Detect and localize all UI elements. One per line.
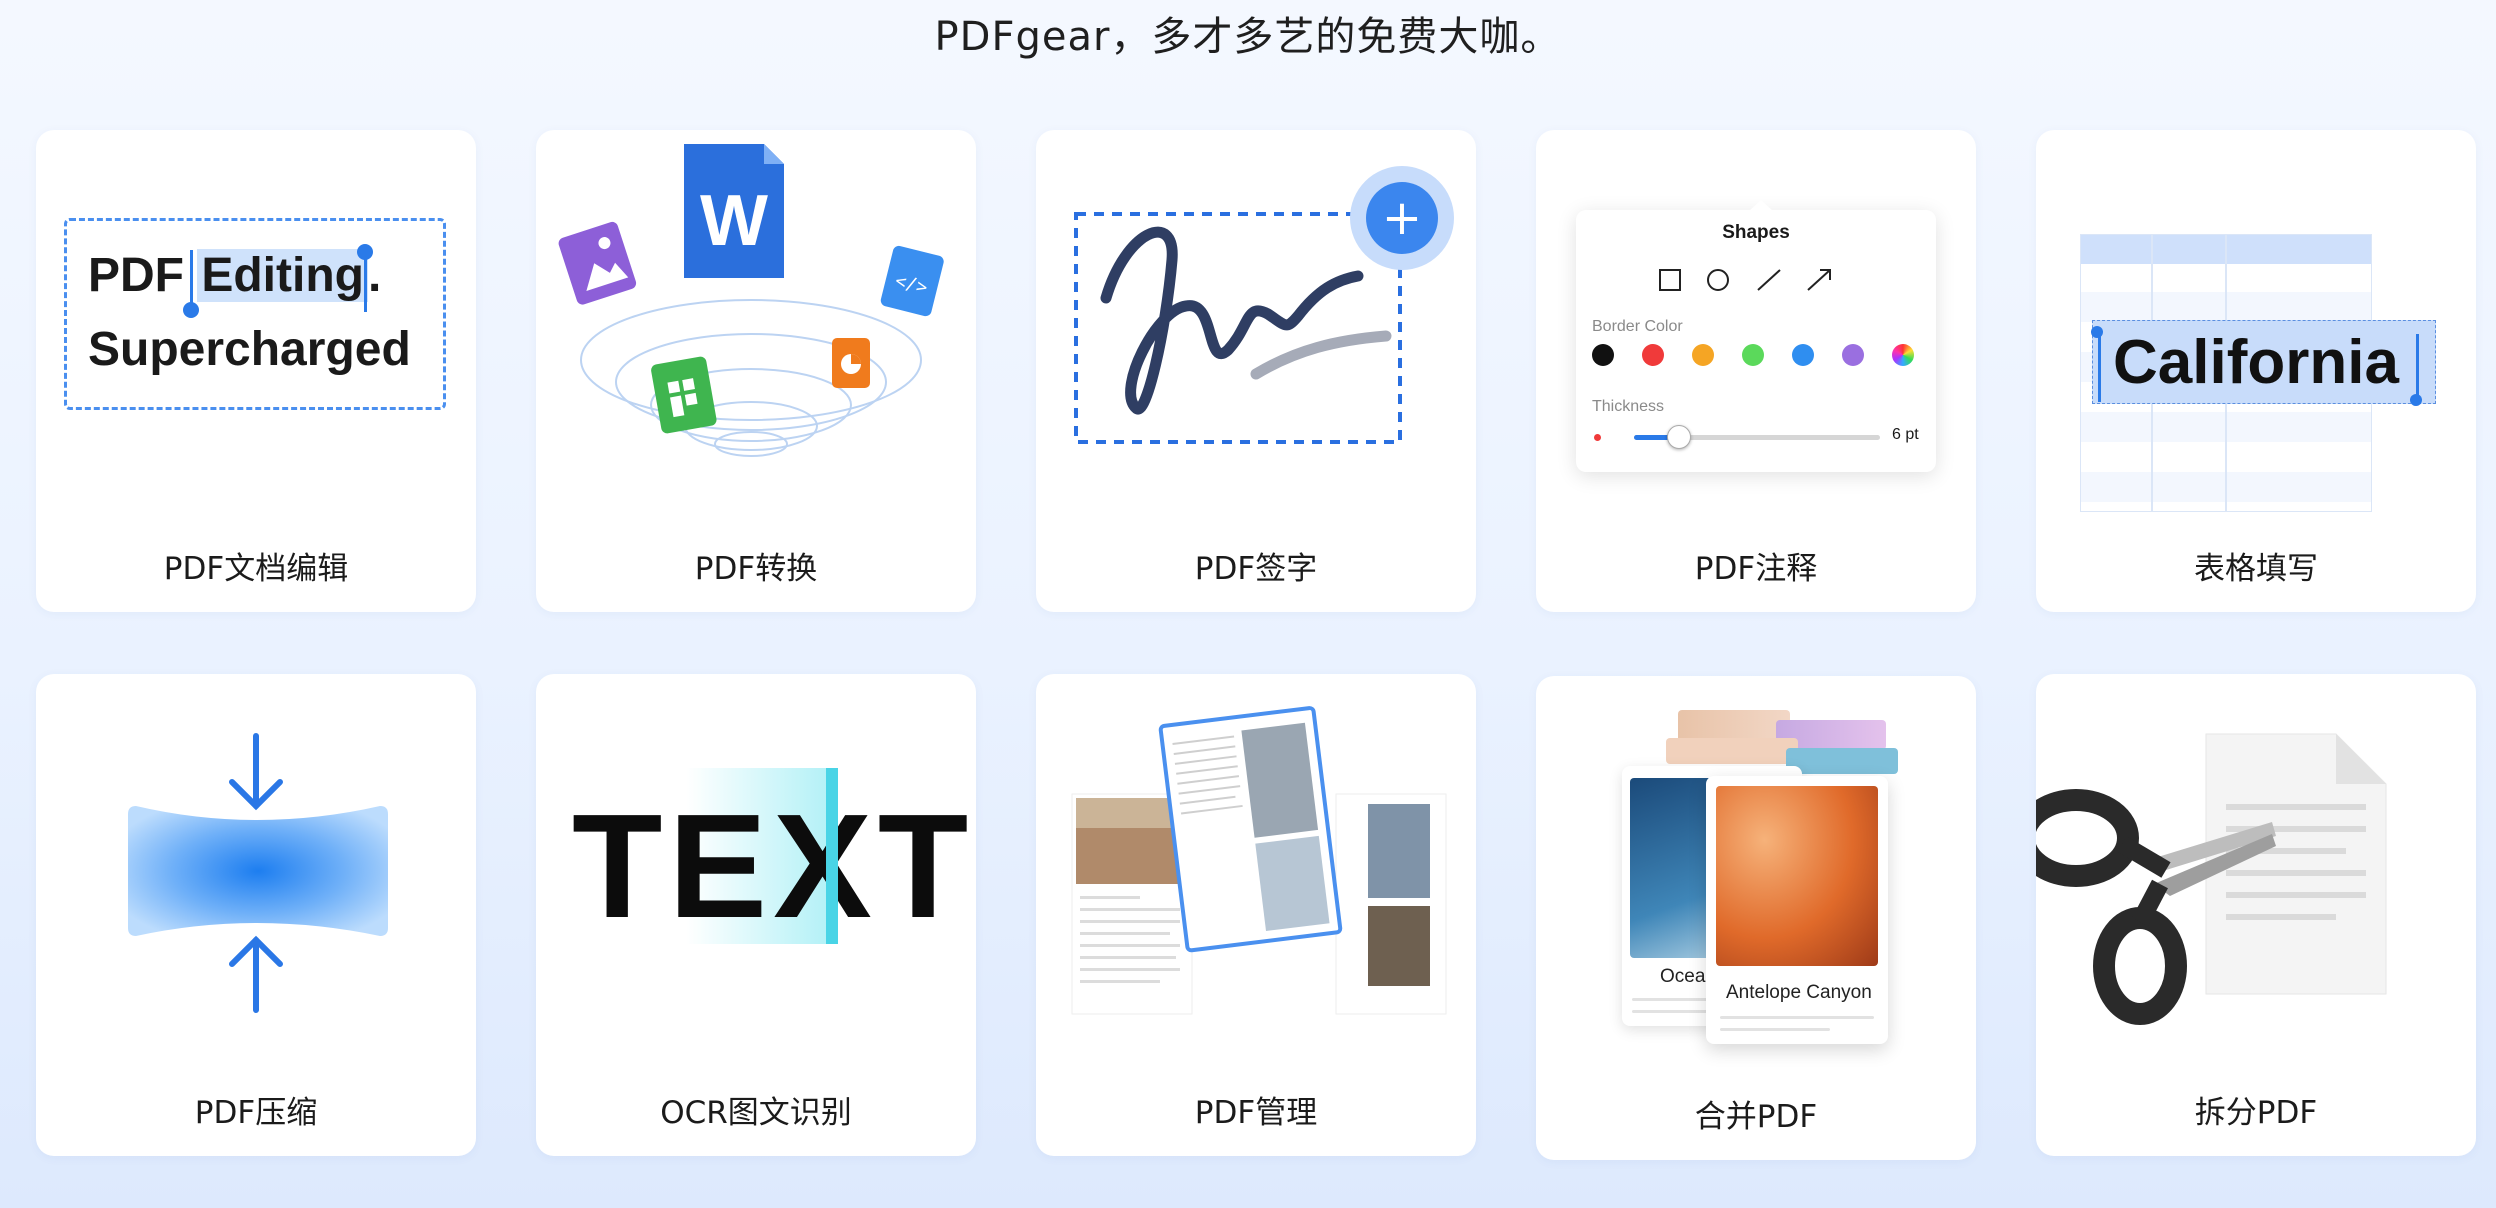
image-file-icon <box>558 221 637 305</box>
border-color-label: Border Color <box>1592 318 1683 335</box>
panel-title: Shapes <box>1722 222 1790 243</box>
split-illustration <box>2036 733 2387 1025</box>
thickness-dot-icon <box>1594 434 1601 441</box>
panel-pointer <box>1748 200 1774 212</box>
card-label: PDF注释 <box>1694 551 1818 587</box>
card-label: 合并PDF <box>1694 1099 1818 1135</box>
stacked-page <box>1786 748 1898 774</box>
feature-card-pdf-merge[interactable]: Ocea Antelope Canyon 合并PDF <box>1536 676 1976 1160</box>
feature-card-pdf-edit[interactable]: PDF Editing. Supercharged PDF文档编辑 <box>36 130 476 612</box>
color-swatch <box>1742 344 1764 366</box>
color-swatch <box>1692 344 1714 366</box>
edit-selection-frame <box>64 218 446 410</box>
word-file-icon: W <box>684 144 784 278</box>
edit-line-2: Supercharged <box>88 323 411 376</box>
ocr-illustration: TEXT <box>536 674 976 1064</box>
field-cursor-start <box>2098 334 2101 402</box>
canyon-photo <box>1716 786 1878 966</box>
front-page: Antelope Canyon <box>1706 776 1888 1044</box>
feature-card-ocr[interactable]: TEXT OCR图文识别 <box>536 674 976 1156</box>
card-label: PDF转换 <box>694 551 818 587</box>
ocr-text: TEXT <box>572 784 975 949</box>
field-cursor-end <box>2416 334 2419 398</box>
shape-tools <box>1659 269 1831 291</box>
feature-card-pdf-annotate[interactable]: Shapes Border Color Thickness 6 pt PDF注释 <box>1536 130 1976 612</box>
convert-illustration: W </> <box>558 144 944 457</box>
svg-text:+: + <box>1382 190 1422 246</box>
merge-illustration: Ocea Antelope Canyon <box>1536 676 1976 1066</box>
stacked-page <box>1666 738 1798 764</box>
color-wheel-icon <box>1892 344 1914 366</box>
feature-card-pdf-manage[interactable]: PDF管理 <box>1036 674 1476 1156</box>
circle-icon <box>1707 269 1729 291</box>
field-handle-start <box>2091 326 2103 338</box>
color-swatch <box>1792 344 1814 366</box>
card-label: PDF压缩 <box>194 1095 318 1131</box>
selection-handle-start <box>183 302 199 318</box>
field-value: California <box>2092 320 2436 404</box>
feature-card-pdf-convert[interactable]: W </> PDF转换 <box>536 130 976 612</box>
annotate-illustration: Shapes Border Color Thickness 6 pt <box>1536 130 1976 520</box>
card-label: OCR图文识别 <box>660 1095 852 1131</box>
color-swatch <box>1592 344 1614 366</box>
slider-thumb <box>1667 425 1692 449</box>
arrow-up-icon <box>229 935 283 1013</box>
compressed-shape <box>128 806 388 936</box>
color-swatch <box>1842 344 1864 366</box>
edit-line-1: PDF Editing. <box>88 249 382 302</box>
form-illustration: California <box>2036 130 2476 520</box>
svg-text:W: W <box>700 181 768 261</box>
card-label: PDF文档编辑 <box>163 551 349 587</box>
sheet-file-icon <box>651 356 717 434</box>
code-file-icon: </> <box>880 245 944 317</box>
line-icon <box>1757 269 1781 291</box>
color-swatch <box>1642 344 1664 366</box>
card-label: 拆分PDF <box>2194 1095 2318 1131</box>
selection-handle-end <box>357 244 373 260</box>
field-handle-end <box>2410 394 2422 406</box>
card-label: PDF签字 <box>1194 551 1318 587</box>
manage-illustration <box>1071 706 1447 1015</box>
thickness-value: 6 pt <box>1892 426 1919 443</box>
edit-illustration: PDF Editing. Supercharged <box>36 130 476 520</box>
signature-stroke <box>1100 226 1364 415</box>
sign-illustration: + <box>1074 166 1454 444</box>
arrow-icon <box>1807 269 1831 291</box>
slides-file-icon <box>832 338 870 388</box>
compress-illustration <box>128 733 388 1013</box>
page-headline: PDFgear，多才多艺的免费大咖。 <box>934 14 1562 60</box>
scan-line <box>826 768 838 944</box>
feature-card-pdf-split[interactable]: 拆分PDF <box>2036 674 2476 1156</box>
arrow-down-icon <box>229 733 283 811</box>
thickness-label: Thickness <box>1592 398 1665 415</box>
feature-card-form-fill[interactable]: California 表格填写 <box>2036 130 2476 612</box>
rectangle-icon <box>1659 269 1681 291</box>
louvre-photo <box>1368 804 1430 898</box>
card-label: PDF管理 <box>1194 1095 1318 1131</box>
back-caption: Ocea <box>1660 966 1706 987</box>
text-cursor-end <box>364 252 367 312</box>
shapes-panel: Shapes Border Color Thickness 6 pt <box>1576 210 1936 472</box>
front-caption: Antelope Canyon <box>1726 982 1872 1003</box>
feature-card-pdf-sign[interactable]: + PDF签字 <box>1036 130 1476 612</box>
card-label: 表格填写 <box>2194 551 2318 587</box>
feature-card-pdf-compress[interactable]: PDF压缩 <box>36 674 476 1156</box>
